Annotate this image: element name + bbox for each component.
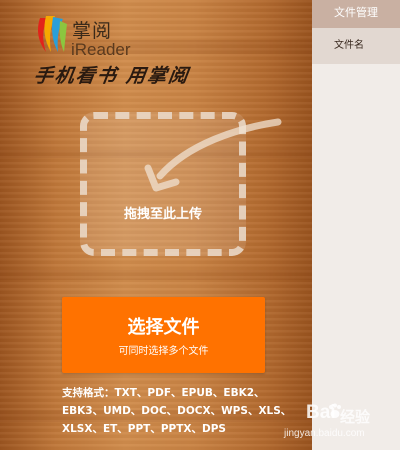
upload-area: 掌阅 iReader 手机看书 用掌阅 拖拽至此上传 选择文件 可同时选择多个文… bbox=[0, 0, 312, 450]
choose-file-subtitle: 可同时选择多个文件 bbox=[118, 346, 209, 357]
drag-arrow-icon bbox=[144, 118, 282, 192]
logo-name-cn: 掌阅 bbox=[72, 20, 113, 42]
choose-file-button[interactable]: 选择文件 可同时选择多个文件 bbox=[62, 297, 265, 373]
slogan: 手机看书 用掌阅 bbox=[32, 65, 191, 87]
file-manager-panel: 文件管理 文件名 bbox=[312, 0, 400, 450]
logo-name-en: iReader bbox=[71, 40, 131, 59]
app-logo: 掌阅 iReader bbox=[34, 12, 154, 60]
watermark-url: jingyan.baidu.com bbox=[284, 428, 365, 439]
watermark-brand-cn: 经验 bbox=[340, 408, 371, 426]
choose-file-title: 选择文件 bbox=[127, 317, 200, 338]
ireader-logo-icon bbox=[38, 16, 67, 52]
drop-zone-text: 拖拽至此上传 bbox=[123, 207, 202, 222]
wood-grain bbox=[0, 270, 312, 280]
supported-formats: 支持格式：TXT、PDF、EPUB、EBK2、 EBK3、UMD、DOC、DOC… bbox=[62, 387, 292, 435]
baidu-watermark: Bai 经验 jingyan.baidu.com bbox=[284, 400, 400, 450]
filename-column-header: 文件名 bbox=[312, 28, 400, 64]
file-manager-header: 文件管理 bbox=[312, 0, 400, 28]
